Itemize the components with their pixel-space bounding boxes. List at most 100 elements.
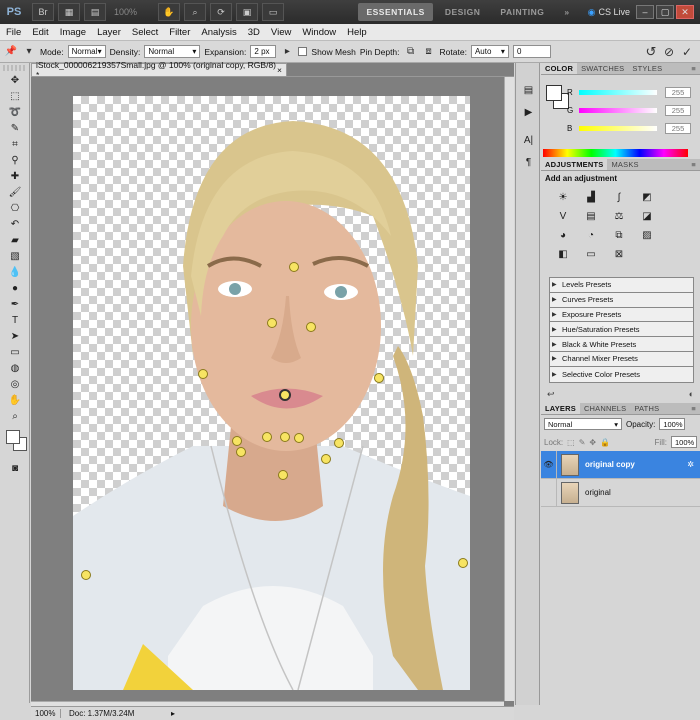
preset-curves[interactable]: ▶ Curves Presets xyxy=(550,292,693,308)
eye-icon[interactable]: 👁 xyxy=(541,450,557,479)
pin-depth-back-icon[interactable]: ⧈ xyxy=(422,45,436,59)
crop-tool-icon[interactable]: ⌗ xyxy=(4,137,26,152)
menu-layer[interactable]: Layer xyxy=(97,27,121,38)
close-icon[interactable]: × xyxy=(277,65,282,75)
warp-pin[interactable] xyxy=(374,373,384,383)
workspace-painting[interactable]: PAINTING xyxy=(492,3,552,21)
warp-pin[interactable] xyxy=(262,432,272,442)
warp-pin[interactable] xyxy=(294,433,304,443)
actions-panel-icon[interactable]: ▶ xyxy=(519,103,538,121)
lasso-tool-icon[interactable]: ➰ xyxy=(4,105,26,120)
expansion-input[interactable]: 2 px xyxy=(250,45,277,58)
arrange-documents-icon[interactable]: ▣ xyxy=(236,3,258,21)
fill-input[interactable]: 100% xyxy=(671,436,697,448)
menu-select[interactable]: Select xyxy=(132,27,158,38)
tool-preset-dropdown-icon[interactable]: ▾ xyxy=(22,45,36,59)
preset-hue-saturation[interactable]: ▶ Hue/Saturation Presets xyxy=(550,322,693,338)
tab-layers[interactable]: LAYERS xyxy=(541,403,580,414)
quick-selection-tool-icon[interactable]: ✎ xyxy=(4,121,26,136)
character-panel-icon[interactable]: A| xyxy=(519,131,538,149)
quick-mask-icon[interactable]: ◙ xyxy=(4,461,26,476)
curves-icon[interactable]: ∫ xyxy=(611,191,627,204)
preset-channel-mixer[interactable]: ▶ Channel Mixer Presets xyxy=(550,351,693,367)
tab-paths[interactable]: PATHS xyxy=(630,403,663,414)
tab-masks[interactable]: MASKS xyxy=(607,159,642,170)
foreground-color-swatch[interactable] xyxy=(546,85,562,101)
preset-levels[interactable]: ▶ Levels Presets xyxy=(550,278,693,293)
lock-image-icon[interactable]: ✎ xyxy=(579,438,586,447)
green-slider[interactable]: G 255 xyxy=(567,103,697,117)
gradient-map-icon[interactable]: ▭ xyxy=(583,248,599,261)
tab-adjustments[interactable]: ADJUSTMENTS xyxy=(541,159,608,170)
history-panel-icon[interactable]: ▤ xyxy=(519,81,538,99)
eyedropper-tool-icon[interactable]: ⚲ xyxy=(4,153,26,168)
close-icon[interactable]: ✕ xyxy=(676,5,694,19)
blue-slider-bar[interactable] xyxy=(579,125,657,131)
menu-analysis[interactable]: Analysis xyxy=(201,27,236,38)
zoom-tool-icon[interactable]: ⌕ xyxy=(184,3,206,21)
blur-tool-icon[interactable]: 💧 xyxy=(4,265,26,280)
history-brush-tool-icon[interactable]: ↶ xyxy=(4,217,26,232)
blend-mode-select[interactable]: Normal ▾ xyxy=(544,418,622,430)
green-slider-bar[interactable] xyxy=(579,107,657,113)
menu-view[interactable]: View xyxy=(271,27,291,38)
workspace-more[interactable]: » xyxy=(556,3,577,21)
show-mesh-checkbox[interactable] xyxy=(298,47,308,56)
dodge-tool-icon[interactable]: ● xyxy=(4,281,26,296)
puppet-warp-tool-icon[interactable]: 📌 xyxy=(4,45,18,59)
color-spectrum-bar[interactable] xyxy=(543,149,688,157)
eye-icon-hidden[interactable] xyxy=(541,478,557,507)
brightness-contrast-icon[interactable]: ☀ xyxy=(555,191,571,204)
menu-window[interactable]: Window xyxy=(302,27,336,38)
maximize-icon[interactable]: ▢ xyxy=(656,5,674,19)
tab-swatches[interactable]: SWATCHES xyxy=(577,63,628,74)
mode-select[interactable]: Normal ▾ xyxy=(67,45,106,58)
remove-all-pins-icon[interactable]: ↺ xyxy=(644,44,658,59)
preset-exposure[interactable]: ▶ Exposure Presets xyxy=(550,307,693,323)
levels-icon[interactable]: ▟ xyxy=(583,191,599,204)
clone-stamp-tool-icon[interactable]: ⎔ xyxy=(4,201,26,216)
eraser-tool-icon[interactable]: ▰ xyxy=(4,233,26,248)
return-to-list-icon[interactable]: ↩ xyxy=(547,389,555,403)
workspace-essentials[interactable]: ESSENTIALS xyxy=(358,3,433,21)
status-zoom[interactable]: 100% xyxy=(31,709,61,718)
menu-help[interactable]: Help xyxy=(347,27,367,38)
color-swatches[interactable] xyxy=(4,428,29,460)
warp-pin[interactable] xyxy=(306,322,316,332)
warp-pin[interactable] xyxy=(198,369,208,379)
green-value[interactable]: 255 xyxy=(665,104,691,116)
rotate-select[interactable]: Auto ▾ xyxy=(470,45,509,58)
menu-image[interactable]: Image xyxy=(60,27,86,38)
warp-pin[interactable] xyxy=(267,318,277,328)
vibrance-icon[interactable]: V xyxy=(555,210,571,223)
warp-pin[interactable] xyxy=(289,262,299,272)
3d-orbit-tool-icon[interactable]: ◎ xyxy=(4,377,26,392)
gradient-tool-icon[interactable]: ▧ xyxy=(4,249,26,264)
type-tool-icon[interactable]: T xyxy=(4,313,26,328)
black-white-icon[interactable]: ◪ xyxy=(639,210,655,223)
red-value[interactable]: 255 xyxy=(665,86,691,98)
lock-position-icon[interactable]: ✥ xyxy=(589,438,596,447)
tab-styles[interactable]: STYLES xyxy=(628,63,666,74)
commit-icon[interactable]: ✓ xyxy=(680,45,694,59)
brush-tool-icon[interactable]: 🖌 xyxy=(4,185,26,200)
cs-live-button[interactable]: ◉ CS Live xyxy=(588,7,630,18)
pen-tool-icon[interactable]: ✒ xyxy=(4,297,26,312)
posterize-icon[interactable]: ▨ xyxy=(639,229,655,242)
warp-pin[interactable] xyxy=(280,432,290,442)
bridge-icon[interactable]: Br xyxy=(32,3,54,21)
hand-tool-icon[interactable]: ✋ xyxy=(4,393,26,408)
channel-mixer-icon[interactable]: ◔ xyxy=(583,229,599,242)
adjustments-options-icon[interactable]: ◐ xyxy=(689,389,694,403)
color-balance-icon[interactable]: ⚖ xyxy=(611,210,627,223)
foreground-color-swatch[interactable] xyxy=(6,430,20,444)
menu-file[interactable]: File xyxy=(6,27,21,38)
zoom-tool-icon[interactable]: ⌕ xyxy=(4,409,26,424)
warp-pin[interactable] xyxy=(236,447,246,457)
document-tab[interactable]: iStock_000006219357Small.jpg @ 100% (ori… xyxy=(31,60,287,80)
tab-channels[interactable]: CHANNELS xyxy=(580,403,630,414)
hand-tool-icon[interactable]: ✋ xyxy=(158,3,180,21)
3d-rotate-tool-icon[interactable]: ◍ xyxy=(4,361,26,376)
menu-3d[interactable]: 3D xyxy=(248,27,260,38)
tools-grip[interactable] xyxy=(3,65,26,71)
